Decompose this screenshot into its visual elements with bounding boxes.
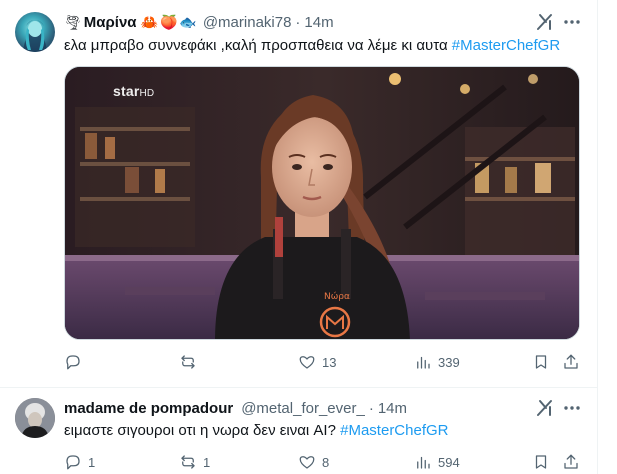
repost-icon <box>181 355 195 369</box>
peach-emoji: 🍑 <box>159 13 178 30</box>
separator-dot: · <box>295 13 301 31</box>
views-icon <box>417 456 430 469</box>
bookmark-button[interactable] <box>532 452 550 472</box>
media-image <box>65 67 579 339</box>
repost-count: 1 <box>203 454 211 470</box>
tweet-body: ειμαστε σιγουροι οτι η νωρα δεν ειναι AI… <box>64 422 336 439</box>
hashtag-link[interactable]: #MasterChefGR <box>452 37 560 54</box>
like-button[interactable]: 13 <box>298 352 336 372</box>
bookmark-icon <box>535 355 547 369</box>
reply-button[interactable]: 1 <box>64 452 95 472</box>
repost-button[interactable]: 1 <box>179 452 210 472</box>
like-button[interactable]: 8 <box>298 452 329 472</box>
views-button[interactable]: 339 <box>414 352 460 372</box>
like-count: 8 <box>322 454 330 470</box>
tweet-actions: 13 339 <box>56 352 586 372</box>
bookmark-button[interactable] <box>532 352 550 372</box>
avatar-image <box>15 398 55 438</box>
reply-icon <box>66 455 80 470</box>
like-icon <box>299 456 315 469</box>
user-handle[interactable]: @marinaki78 <box>203 14 292 31</box>
user-handle[interactable]: @metal_for_ever_ <box>241 400 365 417</box>
views-count: 339 <box>438 354 460 370</box>
reply-icon <box>66 355 80 370</box>
tornado-emoji: 🌪 <box>64 13 82 30</box>
reply-count: 1 <box>88 454 96 470</box>
avatar-image <box>23 20 47 52</box>
tweet-body: ελα μπραβο συννεφάκι ,καλή προσπαθεια να… <box>64 37 448 54</box>
apron-name-label: Νώρα <box>324 292 350 302</box>
tweet[interactable]: 🌪 Μαρίνα 🦀 🍑 🐟 @marinaki78 · 14m ελα μπρ… <box>0 0 598 388</box>
display-name[interactable]: madame de pompadour <box>64 400 233 417</box>
views-button[interactable]: 594 <box>414 452 460 472</box>
share-icon <box>564 454 578 469</box>
crab-emoji: 🦀 <box>140 13 158 30</box>
share-button[interactable] <box>562 452 580 472</box>
timestamp[interactable]: 14m <box>304 14 333 31</box>
more-icon[interactable] <box>562 398 582 418</box>
avatar[interactable] <box>15 398 55 438</box>
like-count: 13 <box>322 354 337 370</box>
hashtag-link[interactable]: #MasterChefGR <box>340 422 448 439</box>
timestamp[interactable]: 14m <box>378 400 407 417</box>
channel-logo-suffix: HD <box>139 88 155 99</box>
like-icon <box>299 356 315 369</box>
avatar[interactable] <box>15 12 55 52</box>
grok-icon[interactable] <box>535 12 555 32</box>
tweet-text: ειμαστε σιγουροι οτι η νωρα δεν ειναι AI… <box>64 421 449 441</box>
views-icon <box>417 356 430 369</box>
share-icon <box>564 354 578 369</box>
views-count: 594 <box>438 454 460 470</box>
channel-logo: starHD <box>113 83 154 99</box>
repost-icon <box>181 455 195 469</box>
reply-button[interactable] <box>64 352 88 372</box>
tweet-text: ελα μπραβο συννεφάκι ,καλή προσπαθεια να… <box>64 36 560 56</box>
channel-logo-text: star <box>113 83 140 99</box>
bookmark-icon <box>535 455 547 469</box>
tweet-header: madame de pompadour @metal_for_ever_ · 1… <box>64 398 407 418</box>
tweet-actions: 1 1 8 594 <box>56 452 586 472</box>
more-icon[interactable] <box>562 12 582 32</box>
timeline-feed: 🌪 Μαρίνα 🦀 🍑 🐟 @marinaki78 · 14m ελα μπρ… <box>0 0 598 474</box>
tweet-header: 🌪 Μαρίνα 🦀 🍑 🐟 @marinaki78 · 14m <box>64 12 334 32</box>
display-name[interactable]: Μαρίνα <box>84 14 137 31</box>
fish-emoji: 🐟 <box>179 13 197 30</box>
grok-icon[interactable] <box>535 398 555 418</box>
share-button[interactable] <box>562 352 580 372</box>
repost-button[interactable] <box>179 352 203 372</box>
tweet-media[interactable]: starHD Νώρα <box>64 66 580 340</box>
separator-dot: · <box>368 399 374 417</box>
